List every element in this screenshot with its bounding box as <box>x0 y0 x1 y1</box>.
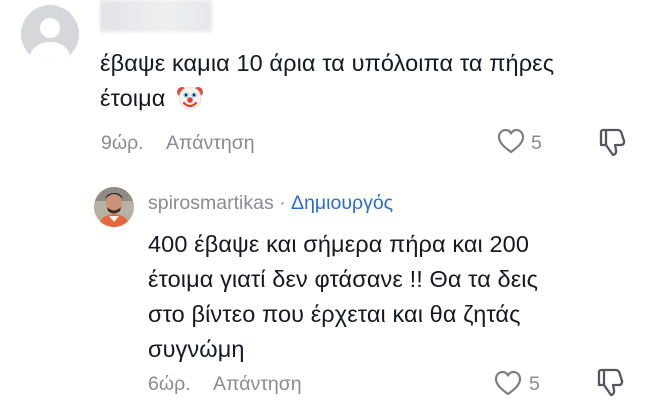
commenter-avatar[interactable] <box>21 5 79 63</box>
separator-dot: · <box>279 192 286 214</box>
creator-header: spirosmartikas · Δημιουργός <box>148 192 393 215</box>
creator-comment-text: 400 έβαψε και σήμερα πήρα και 200 έτοιμα… <box>148 227 538 367</box>
creator-photo-icon <box>94 187 134 227</box>
creator-username[interactable]: spirosmartikas <box>148 192 274 214</box>
clown-face-icon <box>176 83 204 121</box>
creator-avatar[interactable] <box>94 187 134 227</box>
like-count: 5 <box>529 373 540 395</box>
dislike-icon[interactable] <box>594 366 626 398</box>
comment-text: έβαψε καμια 10 άρια τα υπόλοιπα τα πήρες… <box>100 46 554 121</box>
comment-text-line: έτοιμα γιατί δεν φτάσανε !! Θα τα δεις <box>148 266 539 292</box>
like-count: 5 <box>531 132 542 154</box>
comment-text-line: έτοιμα <box>100 81 554 121</box>
default-avatar-icon <box>30 18 70 63</box>
comment-text-line: συγνώμη <box>148 336 245 362</box>
heart-icon[interactable] <box>493 369 523 397</box>
comment-time: 6ώρ. <box>148 373 191 395</box>
reply-button[interactable]: Απάντηση <box>166 132 255 154</box>
comment-time: 9ώρ. <box>101 132 144 154</box>
comment-text-line: στο βίντεο που έρχεται και θα ζητάς <box>148 301 521 327</box>
comment-meta: 9ώρ. Απάντηση <box>101 132 255 155</box>
creator-badge: Δημιουργός <box>291 192 394 214</box>
comment-text-line: 400 έβαψε και σήμερα πήρα και 200 <box>148 231 530 257</box>
heart-icon[interactable] <box>496 127 526 155</box>
redacted-username <box>100 0 212 32</box>
dislike-icon[interactable] <box>596 126 628 158</box>
reply-button[interactable]: Απάντηση <box>213 373 302 395</box>
creator-comment-meta: 6ώρ. Απάντηση <box>148 373 302 396</box>
comment-text-line: έβαψε καμια 10 άρια τα υπόλοιπα τα πήρες <box>100 50 555 76</box>
